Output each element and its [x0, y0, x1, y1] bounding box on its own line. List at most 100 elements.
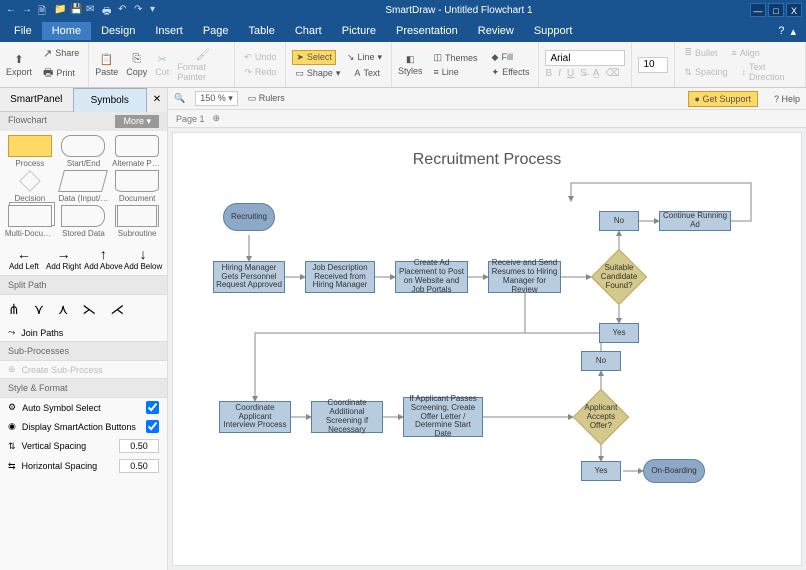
cut-button[interactable]: ✂Cut: [155, 53, 169, 77]
new-icon[interactable]: 🗎: [38, 4, 50, 16]
font-family-input[interactable]: [545, 50, 625, 66]
join-paths-icon[interactable]: ⤳: [8, 327, 15, 338]
export-button[interactable]: ⬆Export: [6, 53, 32, 77]
font-color-button[interactable]: A̲: [593, 68, 600, 79]
minimize-button[interactable]: —: [750, 3, 766, 17]
print-button[interactable]: 🖶Print: [40, 63, 82, 84]
menu-table[interactable]: Table: [239, 22, 285, 40]
node-approve[interactable]: Hiring Manager Gets Personnel Request Ap…: [213, 261, 285, 293]
node-resumes[interactable]: Receive and Send Resumes to Hiring Manag…: [488, 261, 561, 293]
shape-process[interactable]: Process: [4, 135, 56, 168]
italic-button[interactable]: I: [558, 68, 561, 79]
copy-button[interactable]: ⎘Copy: [126, 53, 147, 77]
canvas[interactable]: Recruitment Process: [172, 132, 802, 566]
themes-button[interactable]: ◫Themes: [431, 51, 481, 64]
node-found[interactable]: Suitable Candidate Found?: [591, 249, 648, 306]
shape-tool[interactable]: ▭Shape▾: [292, 67, 343, 80]
get-support-button[interactable]: ● Get Support: [688, 91, 758, 107]
node-recruiting[interactable]: Recruiting: [223, 203, 275, 231]
node-ad[interactable]: Create Ad Placement to Post on Website a…: [395, 261, 468, 293]
menu-design[interactable]: Design: [91, 22, 145, 40]
menu-support[interactable]: Support: [524, 22, 583, 40]
line-style-button[interactable]: ≡Line: [431, 66, 481, 78]
save-icon[interactable]: 💾: [70, 4, 82, 16]
back-icon[interactable]: ←: [6, 4, 18, 16]
shape-multidoc[interactable]: Multi-Document: [4, 205, 56, 238]
clear-format-button[interactable]: ⌫: [605, 68, 619, 79]
text-tool[interactable]: AText: [351, 67, 383, 79]
add-below-button[interactable]: ↓Add Below: [123, 246, 163, 271]
shape-subroutine[interactable]: Subroutine: [111, 205, 163, 238]
rulers-toggle[interactable]: ▭ Rulers: [248, 93, 285, 104]
spacing-button[interactable]: ⇅Spacing: [681, 66, 730, 79]
zoom-input[interactable]: 150 % ▾: [195, 91, 238, 106]
node-interview[interactable]: Coordinate Applicant Interview Process: [219, 401, 291, 433]
auto-symbol-checkbox[interactable]: [146, 401, 159, 414]
forward-icon[interactable]: →: [22, 4, 34, 16]
help-button[interactable]: ? Help: [774, 94, 800, 104]
text-direction-button[interactable]: ↕Text Direction: [739, 61, 799, 83]
share-button[interactable]: ↗Share: [40, 46, 82, 61]
smartaction-checkbox[interactable]: [146, 420, 159, 433]
node-offer[interactable]: If Applicant Passes Screening, Create Of…: [403, 397, 483, 437]
search-icon[interactable]: 🔍: [174, 93, 185, 104]
styles-button[interactable]: ◧Styles: [398, 54, 423, 76]
menu-chart[interactable]: Chart: [285, 22, 332, 40]
menu-presentation[interactable]: Presentation: [386, 22, 468, 40]
hspacing-input[interactable]: 0.50: [119, 459, 159, 473]
menu-review[interactable]: Review: [468, 22, 524, 40]
node-no2[interactable]: No: [581, 351, 621, 371]
line-tool[interactable]: ↘Line▾: [344, 51, 385, 64]
split-4[interactable]: ⋋: [82, 301, 96, 318]
node-no1[interactable]: No: [599, 211, 639, 231]
paste-button[interactable]: 📋Paste: [95, 53, 118, 77]
node-jobdesc[interactable]: Job Description Received from Hiring Man…: [305, 261, 375, 293]
mail-icon[interactable]: ✉: [86, 4, 98, 16]
shape-data[interactable]: Data (Input/O...: [58, 170, 110, 203]
effects-button[interactable]: ✦Effects: [489, 66, 533, 79]
tab-symbols[interactable]: Symbols: [73, 88, 148, 112]
dropdown-icon[interactable]: ▾: [150, 4, 162, 16]
more-button[interactable]: More ▾: [115, 115, 159, 128]
help-icon[interactable]: ?: [778, 25, 784, 38]
select-tool[interactable]: ➤Select: [292, 50, 336, 65]
shape-altproc[interactable]: Alternate Proc...: [111, 135, 163, 168]
shape-decision[interactable]: Decision: [4, 170, 56, 203]
shape-startend[interactable]: Start/End: [58, 135, 110, 168]
close-button[interactable]: X: [786, 3, 802, 17]
bold-button[interactable]: B: [545, 68, 552, 79]
align-button[interactable]: ≡Align: [729, 47, 763, 59]
undo-button[interactable]: ↶Undo: [241, 51, 279, 64]
redo-button[interactable]: ↷Redo: [241, 66, 279, 79]
split-5[interactable]: ⋌: [110, 301, 124, 318]
split-1[interactable]: ⋔: [8, 301, 20, 318]
menu-picture[interactable]: Picture: [332, 22, 386, 40]
node-accepts[interactable]: Applicant Accepts Offer?: [573, 389, 630, 446]
add-page-button[interactable]: ⊕: [213, 113, 221, 124]
shape-document[interactable]: Document: [111, 170, 163, 203]
maximize-button[interactable]: □: [768, 3, 784, 17]
underline-button[interactable]: U: [567, 68, 574, 79]
open-icon[interactable]: 📁: [54, 4, 66, 16]
menu-insert[interactable]: Insert: [145, 22, 193, 40]
vspacing-input[interactable]: 0.50: [119, 439, 159, 453]
menu-home[interactable]: Home: [42, 22, 91, 40]
tab-smartpanel[interactable]: SmartPanel: [0, 88, 73, 112]
split-3[interactable]: ⋏: [58, 301, 68, 318]
node-onboarding[interactable]: On-Boarding: [643, 459, 705, 483]
node-yes1[interactable]: Yes: [599, 323, 639, 343]
redo-icon[interactable]: ↷: [134, 4, 146, 16]
node-screening[interactable]: Coordinate Additional Screening if Neces…: [311, 401, 383, 433]
sidebar-close-button[interactable]: ✕: [147, 88, 167, 112]
undo-icon[interactable]: ↶: [118, 4, 130, 16]
fill-button[interactable]: ◆Fill: [489, 51, 533, 64]
font-size-input[interactable]: [638, 57, 668, 73]
flowchart-title[interactable]: Recruitment Process: [173, 151, 801, 169]
node-continue[interactable]: Continue Running Ad: [659, 211, 731, 231]
menu-page[interactable]: Page: [193, 22, 239, 40]
bullet-button[interactable]: ≣Bullet: [681, 46, 720, 59]
split-2[interactable]: ⋎: [34, 301, 44, 318]
menu-file[interactable]: File: [4, 22, 42, 40]
add-right-button[interactable]: →Add Right: [44, 246, 84, 271]
shape-stored[interactable]: Stored Data: [58, 205, 110, 238]
